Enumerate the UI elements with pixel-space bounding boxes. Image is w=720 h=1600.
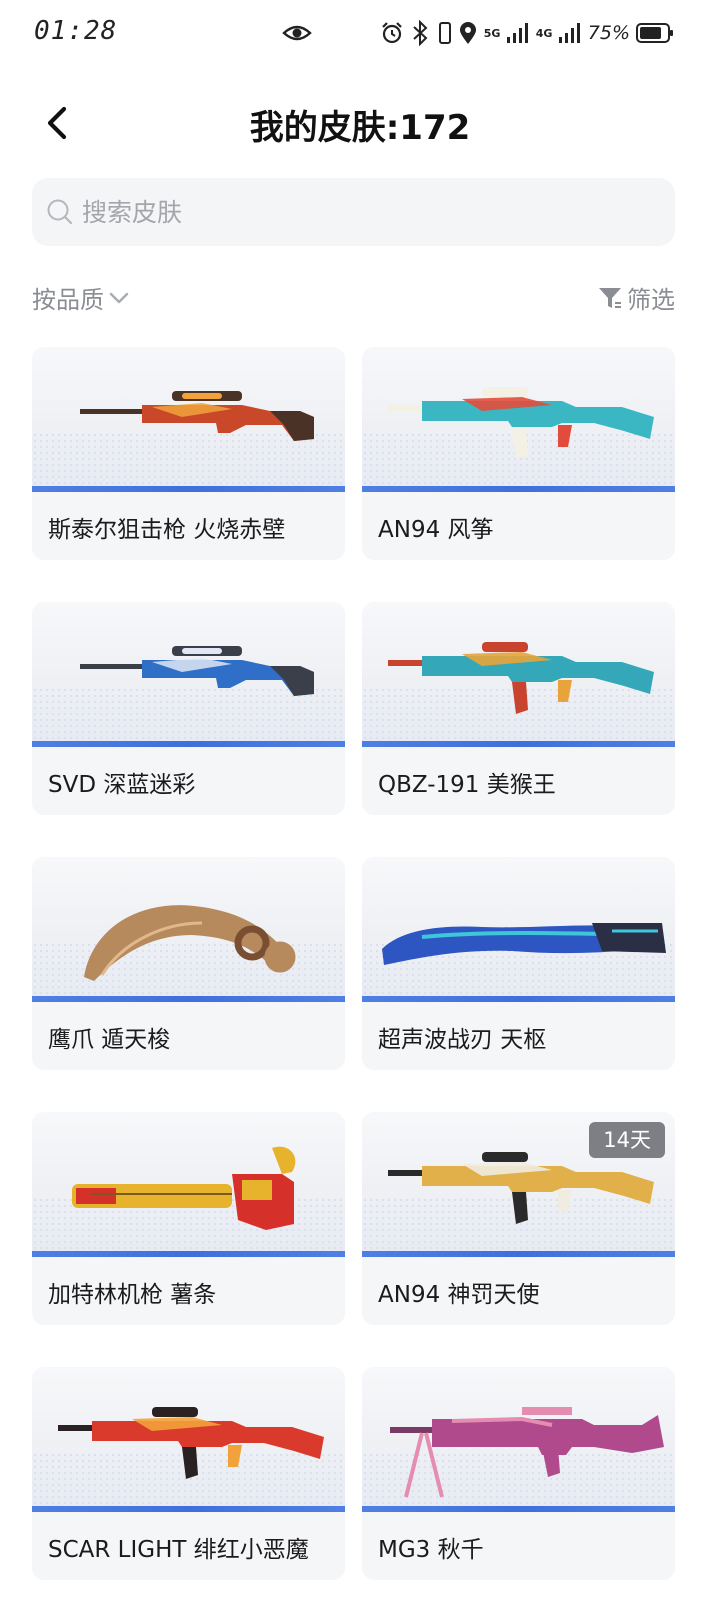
status-time: 01:28: [34, 16, 118, 46]
skin-name: AN94 风筝: [378, 517, 494, 543]
filter-label: 筛选: [627, 286, 675, 314]
skin-card[interactable]: 加特林机枪 薯条: [32, 1112, 345, 1325]
battery-percent: 75%: [587, 22, 630, 44]
skin-card[interactable]: QBZ-191 美猴王: [362, 602, 675, 815]
sort-dropdown[interactable]: 按品质: [32, 280, 130, 315]
header: 我的皮肤:172: [0, 80, 720, 166]
battery-icon: [636, 23, 673, 43]
skin-name: MG3 秋千: [378, 1537, 484, 1563]
skin-image: [32, 1112, 345, 1257]
skin-name: 超声波战刃 天枢: [378, 1027, 547, 1053]
skin-image: [32, 347, 345, 492]
chevron-down-icon: [109, 292, 129, 303]
skin-image: [32, 1367, 345, 1512]
skin-image: [362, 347, 675, 492]
search-icon: [47, 199, 73, 225]
signal-icon-2: [558, 23, 580, 43]
search-input[interactable]: [82, 197, 642, 227]
skin-name: QBZ-191 美猴王: [378, 772, 556, 798]
skin-image: [362, 1367, 675, 1512]
expiry-badge: 14天: [589, 1122, 665, 1158]
vibrate-icon: [438, 22, 451, 44]
skin-card[interactable]: SCAR LIGHT 绯红小恶魔: [32, 1367, 345, 1580]
skin-card[interactable]: 超声波战刃 天枢: [362, 857, 675, 1070]
skin-name: SCAR LIGHT 绯红小恶魔: [48, 1537, 309, 1563]
skin-card[interactable]: SVD 深蓝迷彩: [32, 602, 345, 815]
sniper-rifle-icon: [80, 646, 314, 696]
skin-image: [32, 602, 345, 747]
filter-row: 按品质 筛选: [32, 280, 675, 320]
sort-label: 按品质: [32, 286, 104, 314]
filter-button[interactable]: 筛选: [597, 280, 675, 315]
blade-icon: [382, 923, 666, 965]
skin-image: [32, 857, 345, 1002]
network-4g-label: 4G: [535, 26, 553, 40]
skin-card[interactable]: 鹰爪 遁天梭: [32, 857, 345, 1070]
minigun-icon: [72, 1146, 296, 1230]
assault-rifle-icon: [388, 387, 654, 459]
page-title: 我的皮肤:172: [249, 108, 471, 148]
status-bar: 01:28 5G 4G 75%: [0, 0, 720, 68]
machine-gun-icon: [390, 1407, 664, 1498]
skin-name: 斯泰尔狙击枪 火烧赤壁: [48, 517, 286, 543]
eye-icon: [282, 25, 312, 41]
skin-card[interactable]: 斯泰尔狙击枪 火烧赤壁: [32, 347, 345, 560]
skin-card[interactable]: AN94 风筝: [362, 347, 675, 560]
status-icons: 5G 4G 75%: [380, 18, 674, 48]
karambit-icon: [84, 905, 296, 981]
search-box[interactable]: [32, 178, 675, 246]
skin-image: [362, 602, 675, 747]
skin-card[interactable]: 14天 AN94 神罚天使: [362, 1112, 675, 1325]
bluetooth-icon: [413, 20, 428, 46]
skin-card[interactable]: MG3 秋千: [362, 1367, 675, 1580]
signal-icon: [506, 23, 528, 43]
skin-name: AN94 神罚天使: [378, 1282, 540, 1308]
alarm-icon: [381, 22, 402, 44]
assault-rifle-icon: [388, 642, 654, 714]
location-icon: [459, 22, 476, 44]
skin-name: 鹰爪 遁天梭: [48, 1027, 171, 1053]
skin-image: [362, 857, 675, 1002]
funnel-icon: [599, 287, 621, 308]
skin-name: 加特林机枪 薯条: [48, 1282, 217, 1308]
sniper-rifle-icon: [80, 391, 314, 441]
network-5g-label: 5G: [483, 26, 501, 40]
assault-rifle-icon: [58, 1407, 324, 1479]
skin-name: SVD 深蓝迷彩: [48, 772, 196, 798]
